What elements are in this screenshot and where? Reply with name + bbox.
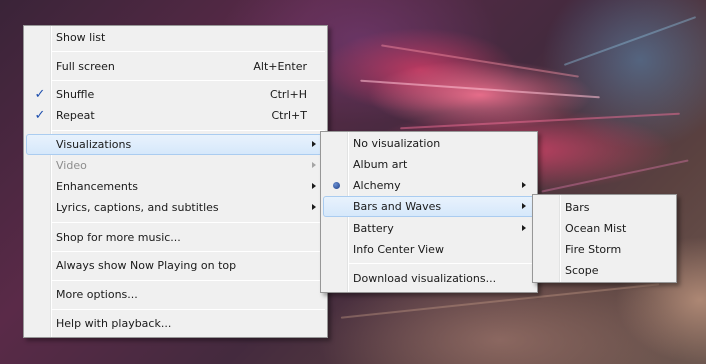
menu-separator (52, 222, 325, 223)
menu-separator (349, 263, 535, 264)
album-art-item[interactable]: Album art (323, 154, 535, 175)
bars-item[interactable]: Bars (535, 197, 674, 218)
chevron-right-icon (522, 225, 526, 231)
chevron-right-icon (522, 182, 526, 188)
shuffle-shortcut: Ctrl+H (269, 88, 307, 101)
shuffle-label: Shuffle (56, 88, 95, 101)
scope-item[interactable]: Scope (535, 260, 674, 281)
menu-separator (52, 251, 325, 252)
always-on-top-label: Always show Now Playing on top (56, 259, 237, 272)
download-visualizations-item[interactable]: Download visualizations... (323, 268, 535, 289)
scope-label: Scope (565, 264, 599, 277)
enhancements-label: Enhancements (56, 180, 138, 193)
info-center-view-label: Info Center View (353, 243, 444, 256)
chevron-right-icon (312, 204, 316, 210)
more-options-label: More options... (56, 288, 138, 301)
menu-separator (52, 130, 325, 131)
repeat-item[interactable]: ✓ Repeat Ctrl+T (26, 105, 325, 126)
help-playback-item[interactable]: Help with playback... (26, 313, 325, 334)
shop-music-label: Shop for more music... (56, 231, 181, 244)
radio-bullet-icon (333, 182, 340, 189)
full-screen-item[interactable]: Full screen Alt+Enter (26, 56, 325, 77)
lyrics-captions-item[interactable]: Lyrics, captions, and subtitles (26, 197, 325, 218)
shop-music-item[interactable]: Shop for more music... (26, 227, 325, 248)
more-options-item[interactable]: More options... (26, 284, 325, 305)
battery-label: Battery (353, 222, 394, 235)
bars-label: Bars (565, 201, 590, 214)
show-list-item[interactable]: Show list (26, 27, 325, 48)
lyrics-captions-label: Lyrics, captions, and subtitles (56, 201, 219, 214)
fire-storm-label: Fire Storm (565, 243, 622, 256)
album-art-label: Album art (353, 158, 408, 171)
visualizations-item[interactable]: Visualizations (26, 134, 325, 155)
enhancements-item[interactable]: Enhancements (26, 176, 325, 197)
chevron-right-icon (312, 141, 316, 147)
bars-and-waves-submenu: Bars Ocean Mist Fire Storm Scope (532, 194, 677, 283)
playback-context-menu: Show list Full screen Alt+Enter ✓ Shuffl… (23, 25, 328, 338)
chevron-right-icon (312, 183, 316, 189)
repeat-shortcut: Ctrl+T (271, 109, 307, 122)
no-visualization-item[interactable]: No visualization (323, 133, 535, 154)
repeat-label: Repeat (56, 109, 95, 122)
help-playback-label: Help with playback... (56, 317, 172, 330)
video-label: Video (56, 159, 87, 172)
check-icon: ✓ (34, 108, 46, 123)
always-on-top-item[interactable]: Always show Now Playing on top (26, 255, 325, 276)
full-screen-shortcut: Alt+Enter (253, 60, 307, 73)
full-screen-label: Full screen (56, 60, 115, 73)
visualizations-submenu: No visualization Album art Alchemy Bars … (320, 131, 538, 293)
visualizations-label: Visualizations (56, 138, 132, 151)
alchemy-item[interactable]: Alchemy (323, 175, 535, 196)
ocean-mist-label: Ocean Mist (565, 222, 627, 235)
video-item: Video (26, 155, 325, 176)
chevron-right-icon (312, 162, 316, 168)
info-center-view-item[interactable]: Info Center View (323, 239, 535, 260)
bars-and-waves-item[interactable]: Bars and Waves (323, 196, 535, 217)
ocean-mist-item[interactable]: Ocean Mist (535, 218, 674, 239)
check-icon: ✓ (34, 87, 46, 102)
shuffle-item[interactable]: ✓ Shuffle Ctrl+H (26, 84, 325, 105)
bars-and-waves-label: Bars and Waves (353, 200, 442, 213)
chevron-right-icon (522, 203, 526, 209)
battery-item[interactable]: Battery (323, 218, 535, 239)
no-visualization-label: No visualization (353, 137, 441, 150)
fire-storm-item[interactable]: Fire Storm (535, 239, 674, 260)
alchemy-label: Alchemy (353, 179, 401, 192)
menu-separator (52, 280, 325, 281)
show-list-label: Show list (56, 31, 106, 44)
menu-separator (52, 80, 325, 81)
download-visualizations-label: Download visualizations... (353, 272, 497, 285)
menu-separator (52, 309, 325, 310)
menu-separator (52, 51, 325, 52)
